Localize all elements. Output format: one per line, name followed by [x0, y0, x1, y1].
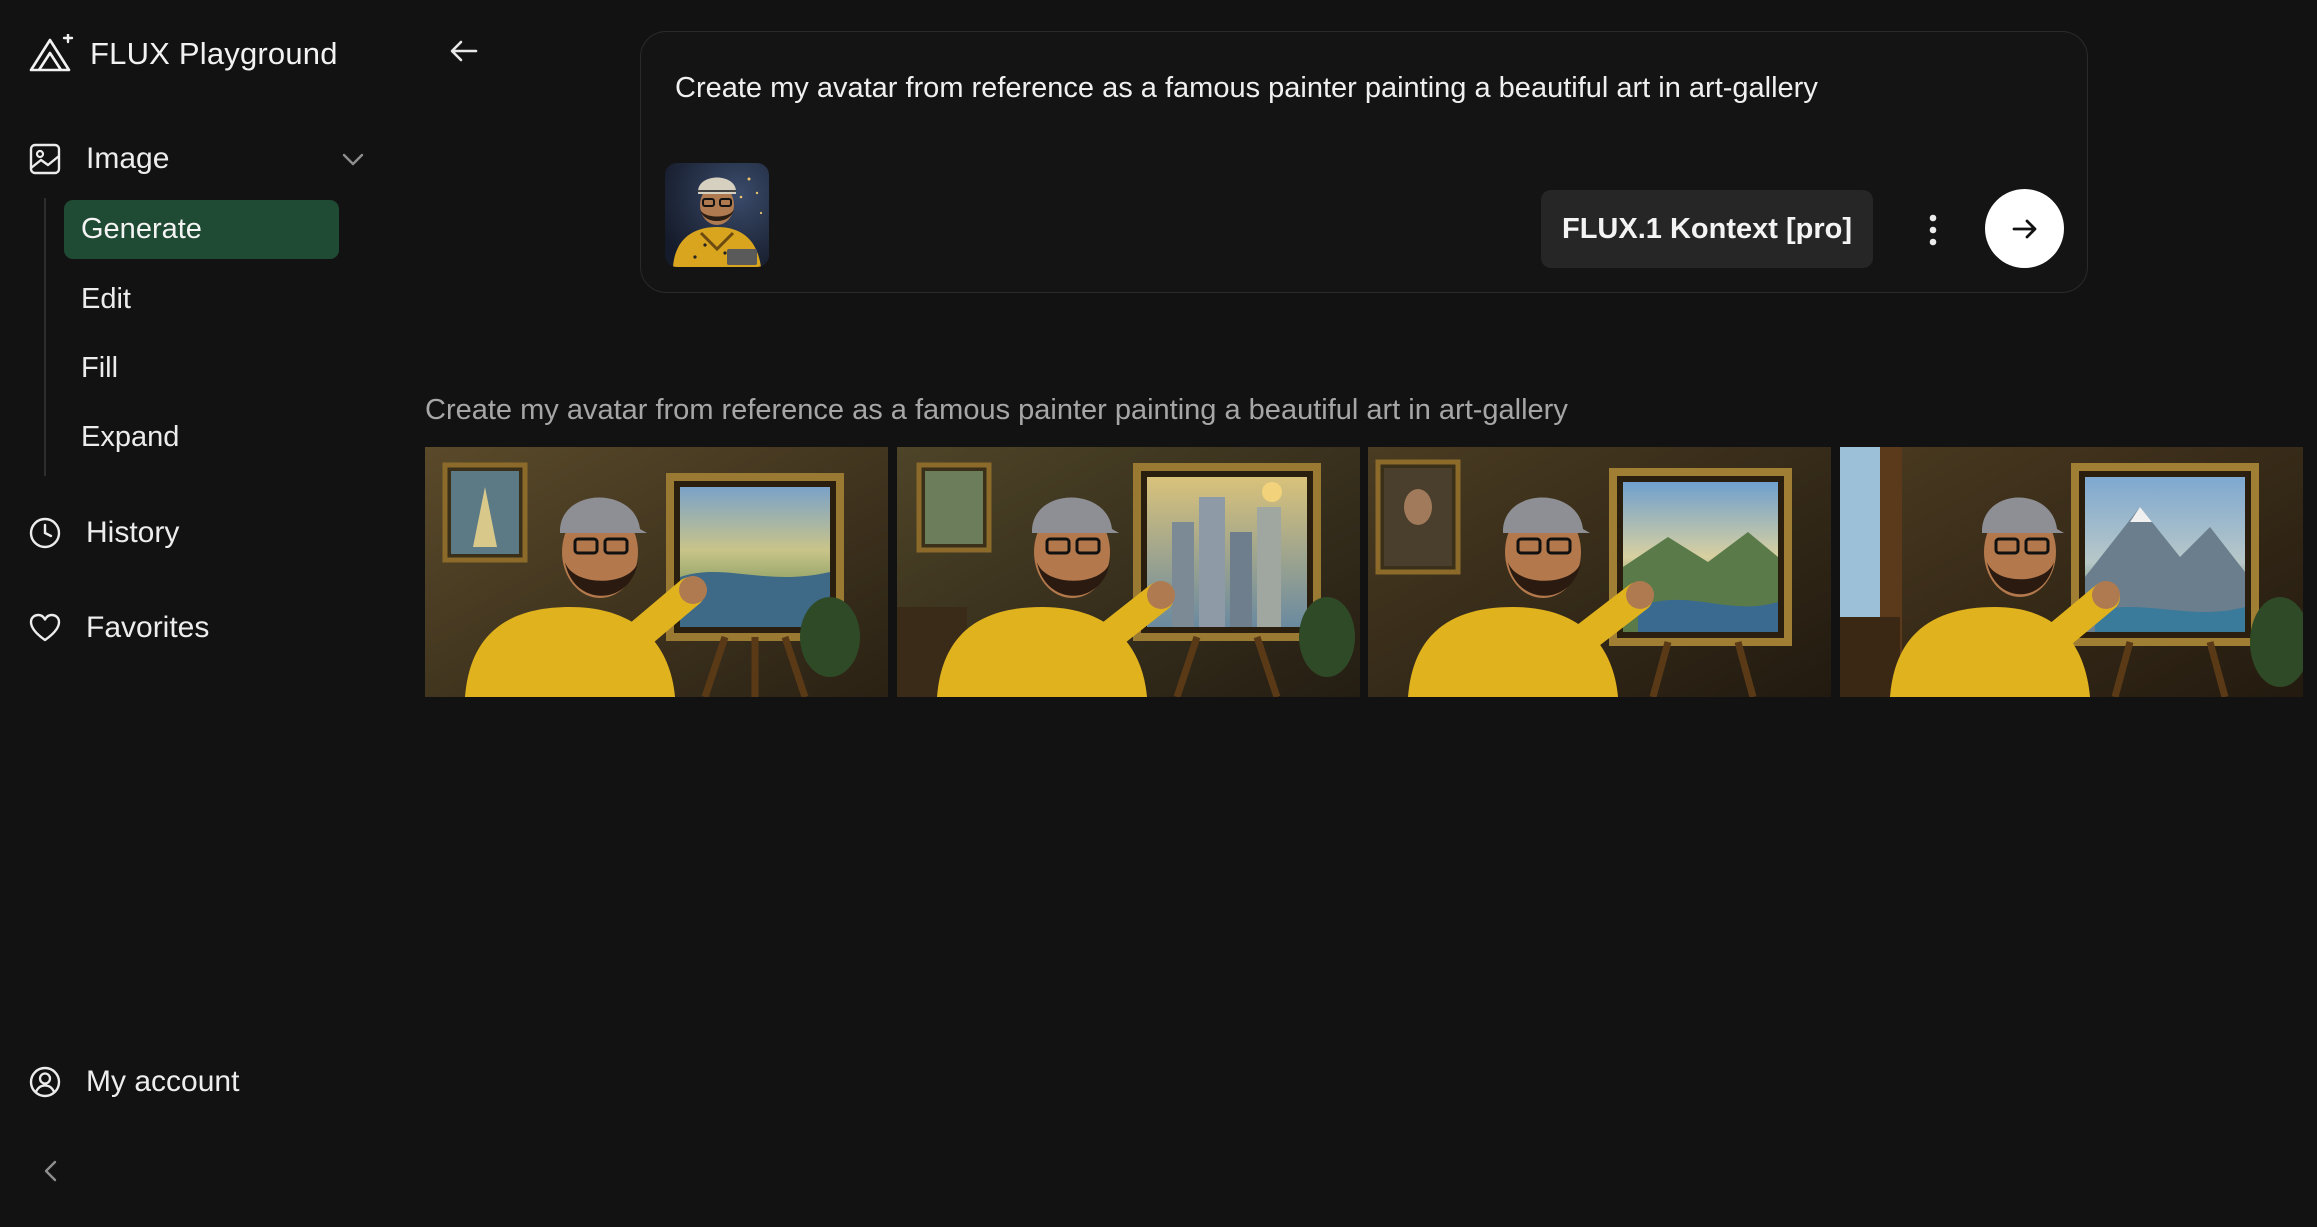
brand[interactable]: FLUX Playground [28, 30, 338, 78]
sidebar-item-edit[interactable]: Edit [64, 270, 339, 329]
submit-button[interactable] [1985, 189, 2064, 268]
my-account-link[interactable]: My account [28, 1057, 368, 1107]
sidebar-item-generate[interactable]: Generate [64, 200, 339, 259]
nav-group-image[interactable]: Image [28, 134, 368, 184]
model-label: FLUX.1 Kontext [pro] [1562, 212, 1852, 245]
heart-icon [28, 611, 62, 645]
reference-image-thumbnail[interactable] [665, 163, 769, 267]
model-selector-button[interactable]: FLUX.1 Kontext [pro] [1541, 190, 1873, 268]
chevron-down-icon[interactable] [338, 144, 368, 174]
sidebar-item-fill[interactable]: Fill [64, 339, 339, 398]
collapse-sidebar-button[interactable] [36, 1156, 66, 1186]
reference-avatar-icon [665, 163, 769, 267]
clock-icon [28, 516, 62, 550]
prompt-card: Create my avatar from reference as a fam… [640, 31, 2088, 293]
sidebar-item-favorites[interactable]: Favorites [28, 603, 368, 653]
sidebar-item-history[interactable]: History [28, 508, 368, 558]
result-prompt-caption: Create my avatar from reference as a fam… [425, 394, 1568, 426]
sidebar-item-label: Fill [81, 352, 119, 384]
sidebar-item-label: My account [86, 1065, 240, 1098]
flux-logo-icon [29, 34, 74, 72]
sidebar-item-label: Favorites [86, 611, 210, 644]
subnav-rail [44, 198, 46, 476]
sidebar-item-label: Generate [81, 213, 202, 245]
generated-image-3[interactable] [1368, 447, 1831, 697]
arrow-right-icon [2012, 219, 2036, 238]
generated-image-2[interactable] [897, 447, 1360, 697]
sidebar-item-label: History [86, 516, 180, 549]
app-title: FLUX Playground [90, 36, 338, 71]
more-options-icon[interactable] [1911, 208, 1955, 252]
nav-group-label: Image [86, 142, 170, 175]
sidebar: FLUX Playground Image Generate Edit Fill… [0, 0, 385, 1227]
sidebar-item-label: Expand [81, 421, 180, 453]
generated-images-gallery [425, 447, 2303, 697]
generated-image-1[interactable] [425, 447, 888, 697]
sidebar-item-label: Edit [81, 283, 131, 315]
sidebar-item-expand[interactable]: Expand [64, 408, 339, 467]
back-arrow-icon[interactable] [446, 33, 482, 69]
image-icon [28, 142, 62, 176]
user-circle-icon [28, 1065, 62, 1099]
generated-image-4[interactable] [1840, 447, 2303, 697]
prompt-input[interactable]: Create my avatar from reference as a fam… [675, 72, 1818, 105]
